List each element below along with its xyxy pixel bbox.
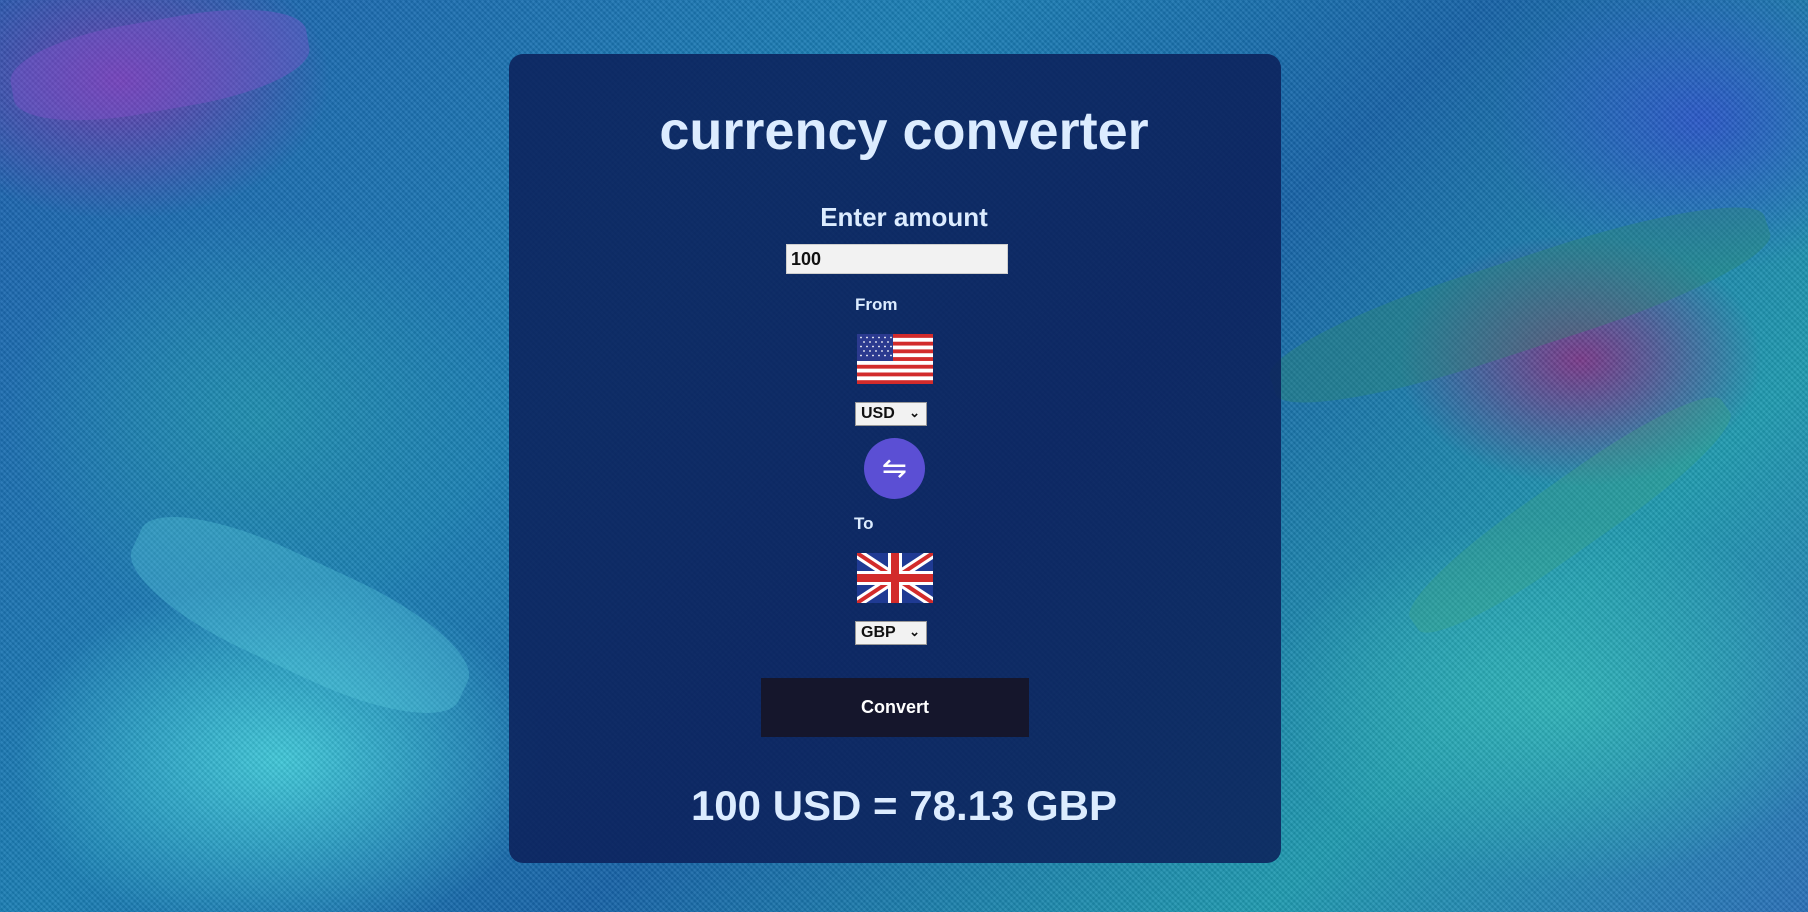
- to-label: To: [854, 514, 874, 533]
- us-flag-icon: [857, 334, 933, 384]
- swap-button[interactable]: ⇋: [864, 438, 925, 499]
- to-currency-value: GBP: [861, 624, 896, 641]
- conversion-result: 100 USD = 78.13 GBP: [690, 782, 1118, 829]
- from-currency-select[interactable]: USD ⌄: [855, 402, 927, 426]
- amount-label: Enter amount: [820, 202, 988, 232]
- chevron-down-icon: ⌄: [909, 624, 920, 639]
- page-title: currency converter: [659, 101, 1149, 161]
- from-currency-value: USD: [861, 405, 895, 422]
- convert-button-label: Convert: [860, 697, 929, 717]
- from-label: From: [855, 295, 898, 314]
- uk-flag-icon: [857, 553, 933, 603]
- amount-input[interactable]: [786, 244, 1008, 274]
- convert-button[interactable]: Convert: [761, 678, 1029, 737]
- to-currency-select[interactable]: GBP ⌄: [855, 621, 927, 645]
- swap-arrows-icon: ⇋: [881, 452, 908, 485]
- chevron-down-icon: ⌄: [909, 405, 920, 420]
